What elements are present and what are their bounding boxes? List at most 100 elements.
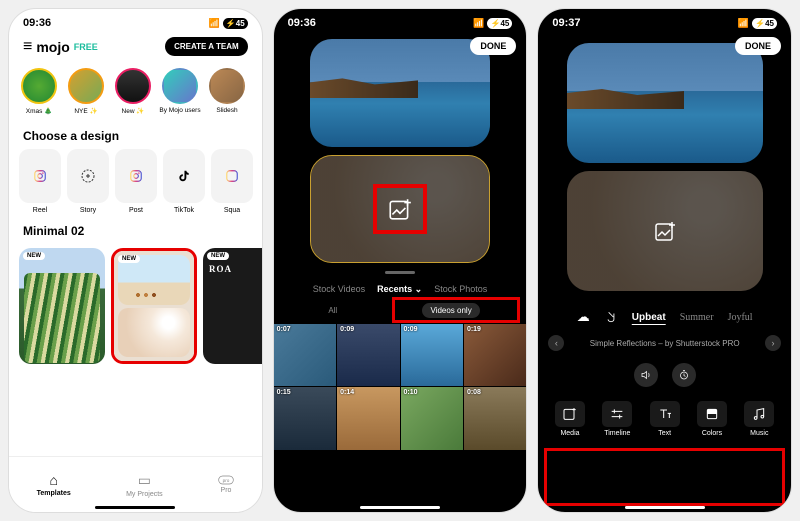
media-thumb[interactable]: 0:14 (337, 387, 399, 449)
media-thumb[interactable]: 0:19 (464, 324, 526, 386)
mood-summer[interactable]: Summer (680, 312, 714, 323)
next-track-button[interactable]: › (765, 335, 781, 351)
signal-icon: 📶 (738, 18, 749, 29)
battery-icon: ⚡45 (223, 18, 248, 29)
track-selector: ‹ Simple Reflections – by Shutterstock P… (538, 331, 791, 355)
nav-my-projects[interactable]: ▭My Projects (126, 472, 163, 498)
pro-icon: pro (218, 475, 234, 485)
colors-icon (704, 406, 720, 422)
mood-upbeat[interactable]: Upbeat (632, 312, 666, 323)
design-tiktok[interactable]: TikTok (163, 149, 205, 214)
status-bar: 09:36 📶 ⚡45 (9, 9, 262, 33)
plan-badge: FREE (74, 42, 98, 52)
media-thumb[interactable]: 0:15 (274, 387, 336, 449)
brand-name: mojo (36, 39, 69, 55)
story-nye[interactable]: NYE ✨ (66, 68, 106, 115)
status-time: 09:36 (288, 17, 316, 29)
design-story[interactable]: Story (67, 149, 109, 214)
bottom-nav: ⌂Templates ▭My Projects proPro (9, 456, 262, 512)
media-thumb[interactable]: 0:09 (401, 324, 463, 386)
media-thumb[interactable]: 0:09 (337, 324, 399, 386)
screen-editor: 09:37 📶⚡45 DONE ☁ Upbeat Summer Joyful ‹… (537, 8, 792, 513)
story-slideshow[interactable]: Slidesh (207, 68, 247, 115)
status-time: 09:37 (552, 17, 580, 29)
media-grid[interactable]: 0:07 0:09 0:09 0:19 0:15 0:14 0:10 0:08 (274, 324, 527, 450)
stories-row[interactable]: Xmas 🎄 NYE ✨ New ✨ By Mojo users Slidesh (9, 62, 262, 119)
story-xmas[interactable]: Xmas 🎄 (19, 68, 59, 115)
prev-track-button[interactable]: ‹ (548, 335, 564, 351)
chevron-down-icon: ⌄ (415, 284, 423, 294)
add-media-highlight[interactable] (373, 184, 427, 234)
sheet-drag-handle[interactable] (385, 271, 415, 274)
brand-area: ≡ mojo FREE (23, 38, 98, 56)
instagram-icon (33, 169, 47, 183)
volume-button[interactable] (634, 363, 658, 387)
media-thumb[interactable]: 0:10 (401, 387, 463, 449)
text-icon (657, 406, 673, 422)
filter-all[interactable]: All (320, 303, 345, 318)
cloud-download-icon[interactable]: ☁ (577, 309, 590, 325)
mute-icon[interactable] (604, 310, 618, 324)
canvas-slot-2-empty[interactable] (567, 171, 763, 291)
editor-toolbar: Media Timeline Text Colors Music (538, 393, 791, 453)
nav-pro[interactable]: proPro (218, 475, 234, 494)
tool-colors[interactable]: Colors (697, 401, 727, 437)
status-bar: 09:36 📶⚡45 (274, 9, 527, 33)
choose-design-title: Choose a design (9, 119, 262, 149)
home-indicator[interactable] (360, 506, 440, 509)
tool-text[interactable]: Text (650, 401, 680, 437)
signal-icon: 📶 (209, 18, 220, 29)
story-by-mojo-users[interactable]: By Mojo users (160, 68, 200, 115)
design-row[interactable]: Reel Story Post TikTok Squa (9, 149, 262, 214)
media-thumb[interactable]: 0:07 (274, 324, 336, 386)
playback-controls (538, 355, 791, 393)
tool-timeline[interactable]: Timeline (602, 401, 632, 437)
design-square[interactable]: Squa (211, 149, 253, 214)
editor-canvas (310, 39, 490, 263)
create-team-button[interactable]: CREATE A TEAM (165, 37, 248, 56)
signal-icon: 📶 (473, 18, 484, 29)
home-icon: ⌂ (49, 472, 57, 488)
nav-templates[interactable]: ⌂Templates (37, 472, 71, 497)
canvas-slot-1-filled[interactable] (567, 43, 763, 163)
status-right: 📶 ⚡45 (209, 18, 248, 29)
annotation-highlight (544, 448, 785, 506)
tool-media[interactable]: Media (555, 401, 585, 437)
app-header: ≡ mojo FREE CREATE A TEAM (9, 33, 262, 62)
add-media-icon (653, 219, 677, 243)
status-time: 09:36 (23, 17, 51, 29)
template-card-3[interactable]: NEWROA (203, 248, 262, 364)
mood-joyful[interactable]: Joyful (728, 312, 753, 323)
add-story-icon (80, 168, 96, 184)
track-name: Simple Reflections – by Shutterstock PRO (572, 339, 757, 348)
tiktok-icon (177, 169, 191, 183)
tool-music[interactable]: Music (744, 401, 774, 437)
done-button[interactable]: DONE (735, 37, 781, 55)
add-media-icon (387, 196, 413, 222)
design-reel[interactable]: Reel (19, 149, 61, 214)
canvas-slot-1-filled[interactable] (310, 39, 490, 147)
home-indicator[interactable] (95, 506, 175, 509)
home-indicator[interactable] (625, 506, 705, 509)
media-icon (562, 406, 578, 422)
add-media-button[interactable] (645, 211, 685, 251)
timer-button[interactable] (672, 363, 696, 387)
media-thumb[interactable]: 0:08 (464, 387, 526, 449)
tab-stock-photos[interactable]: Stock Photos (434, 284, 487, 295)
editor-canvas (567, 43, 763, 291)
annotation-highlight (392, 297, 520, 323)
template-card-2-highlighted[interactable]: NEW (111, 248, 197, 364)
menu-icon[interactable]: ≡ (23, 38, 32, 56)
design-post[interactable]: Post (115, 149, 157, 214)
story-new[interactable]: New ✨ (113, 68, 153, 115)
battery-icon: ⚡45 (752, 18, 777, 29)
instagram-icon (129, 169, 143, 183)
tab-recents[interactable]: Recents ⌄ (377, 284, 422, 295)
done-button[interactable]: DONE (470, 37, 516, 55)
music-moods-row: ☁ Upbeat Summer Joyful (538, 299, 791, 331)
template-card-1[interactable]: NEW (19, 248, 105, 364)
canvas-slot-2-empty[interactable] (310, 155, 490, 263)
tab-stock-videos[interactable]: Stock Videos (313, 284, 365, 295)
template-row[interactable]: NEW NEW NEWROA (9, 244, 262, 364)
status-bar: 09:37 📶⚡45 (538, 9, 791, 33)
